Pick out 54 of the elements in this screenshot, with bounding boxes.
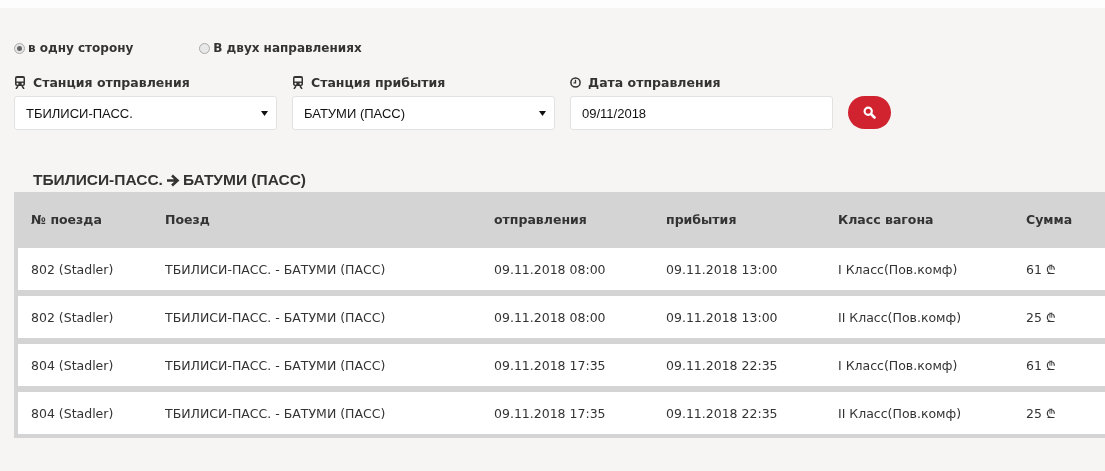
table-cell-text: 09.11.2018 08:00 xyxy=(494,261,607,277)
table-cell-text: ТБИЛИСИ-ПАСС. - БАТУМИ (ПАСС) xyxy=(165,405,387,421)
column-header: отправления xyxy=(494,211,588,227)
table-row[interactable]: 802 (Stadler) ТБИЛИСИ-ПАСС. - БАТУМИ (ПАСС) 09.11.2018 08:00 09.11.2018 13:00 II Класс(Пов.комф) 25 ₾ xyxy=(18,296,1105,338)
train-icon xyxy=(292,75,304,89)
caret-icon xyxy=(539,110,546,116)
radio-button[interactable] xyxy=(14,42,25,54)
train-icon xyxy=(14,75,26,89)
column-header: прибытия xyxy=(666,211,738,227)
table-cell-text: ТБИЛИСИ-ПАСС. - БАТУМИ (ПАСС) xyxy=(165,357,387,373)
caret-icon xyxy=(261,110,268,116)
search-button[interactable] xyxy=(848,96,891,129)
table-cell-text: 802 (Stadler) xyxy=(31,309,115,325)
field-label: Станция отправления xyxy=(33,74,190,90)
table-cell-text: 09.11.2018 13:00 xyxy=(666,261,779,277)
table-cell-text: 25 ₾ xyxy=(1026,308,1057,326)
table-cell-text: ТБИЛИСИ-ПАСС. - БАТУМИ (ПАСС) xyxy=(165,261,387,277)
table-cell-text: 804 (Stadler) xyxy=(31,405,115,421)
column-header: Сумма xyxy=(1026,211,1074,227)
table-cell-text: I Класс(Пов.комф) xyxy=(838,357,959,373)
table-row[interactable]: 804 (Stadler) ТБИЛИСИ-ПАСС. - БАТУМИ (ПАСС) 09.11.2018 17:35 09.11.2018 22:35 II Класс(Пов.комф) 25 ₾ xyxy=(18,392,1105,434)
station-select[interactable]: ТБИЛИСИ-ПАСС. xyxy=(14,96,277,130)
table-cell-text: II Класс(Пов.комф) xyxy=(838,309,963,325)
route-from: ТБИЛИСИ-ПАСС. xyxy=(33,171,163,189)
route-to: БАТУМИ (ПАСС) xyxy=(182,171,306,189)
table-cell-text: 25 ₾ xyxy=(1026,404,1057,422)
column-header: Поезд xyxy=(165,211,211,227)
table-cell-text: 61 ₾ xyxy=(1026,260,1057,278)
search-icon xyxy=(863,106,876,119)
field-label: Станция прибытия xyxy=(311,74,446,90)
table-cell-text: 09.11.2018 13:00 xyxy=(666,309,779,325)
table-cell-text: 802 (Stadler) xyxy=(31,261,115,277)
table-cell-text: 09.11.2018 22:35 xyxy=(666,357,779,373)
trip-type-radio[interactable]: В двух направлениях xyxy=(199,41,362,55)
table-row[interactable]: 804 (Stadler) ТБИЛИСИ-ПАСС. - БАТУМИ (ПАСС) 09.11.2018 17:35 09.11.2018 22:35 I Класс(Пов.комф) 61 ₾ xyxy=(18,344,1105,386)
table-cell-text: ТБИЛИСИ-ПАСС. - БАТУМИ (ПАСС) xyxy=(165,309,387,325)
table-cell-text: 09.11.2018 22:35 xyxy=(666,405,779,421)
table-cell-text: 61 ₾ xyxy=(1026,356,1057,374)
table-cell-text: 804 (Stadler) xyxy=(31,357,115,373)
table-cell-text: 09.11.2018 08:00 xyxy=(494,309,607,325)
table-cell-text: 09.11.2018 17:35 xyxy=(494,357,607,373)
field-label: Дата отправления xyxy=(588,74,721,90)
trip-type-radio[interactable]: в одну сторону xyxy=(14,41,134,55)
table-cell-text: 09.11.2018 17:35 xyxy=(494,405,607,421)
date-field[interactable]: 09/11/2018 xyxy=(570,96,833,130)
table-cell-text: I Класс(Пов.комф) xyxy=(838,261,959,277)
radio-button[interactable] xyxy=(199,42,211,54)
station-select[interactable]: БАТУМИ (ПАСС) xyxy=(292,96,555,130)
column-header: Класс вагона xyxy=(838,211,935,227)
arrow-icon xyxy=(165,173,180,187)
table-row[interactable]: 802 (Stadler) ТБИЛИСИ-ПАСС. - БАТУМИ (ПАСС) 09.11.2018 08:00 09.11.2018 13:00 I Класс(Пов.комф) 61 ₾ xyxy=(18,248,1105,290)
table-cell-text: II Класс(Пов.комф) xyxy=(838,405,963,421)
clock-icon xyxy=(570,76,581,88)
column-header: № поезда xyxy=(31,211,103,227)
